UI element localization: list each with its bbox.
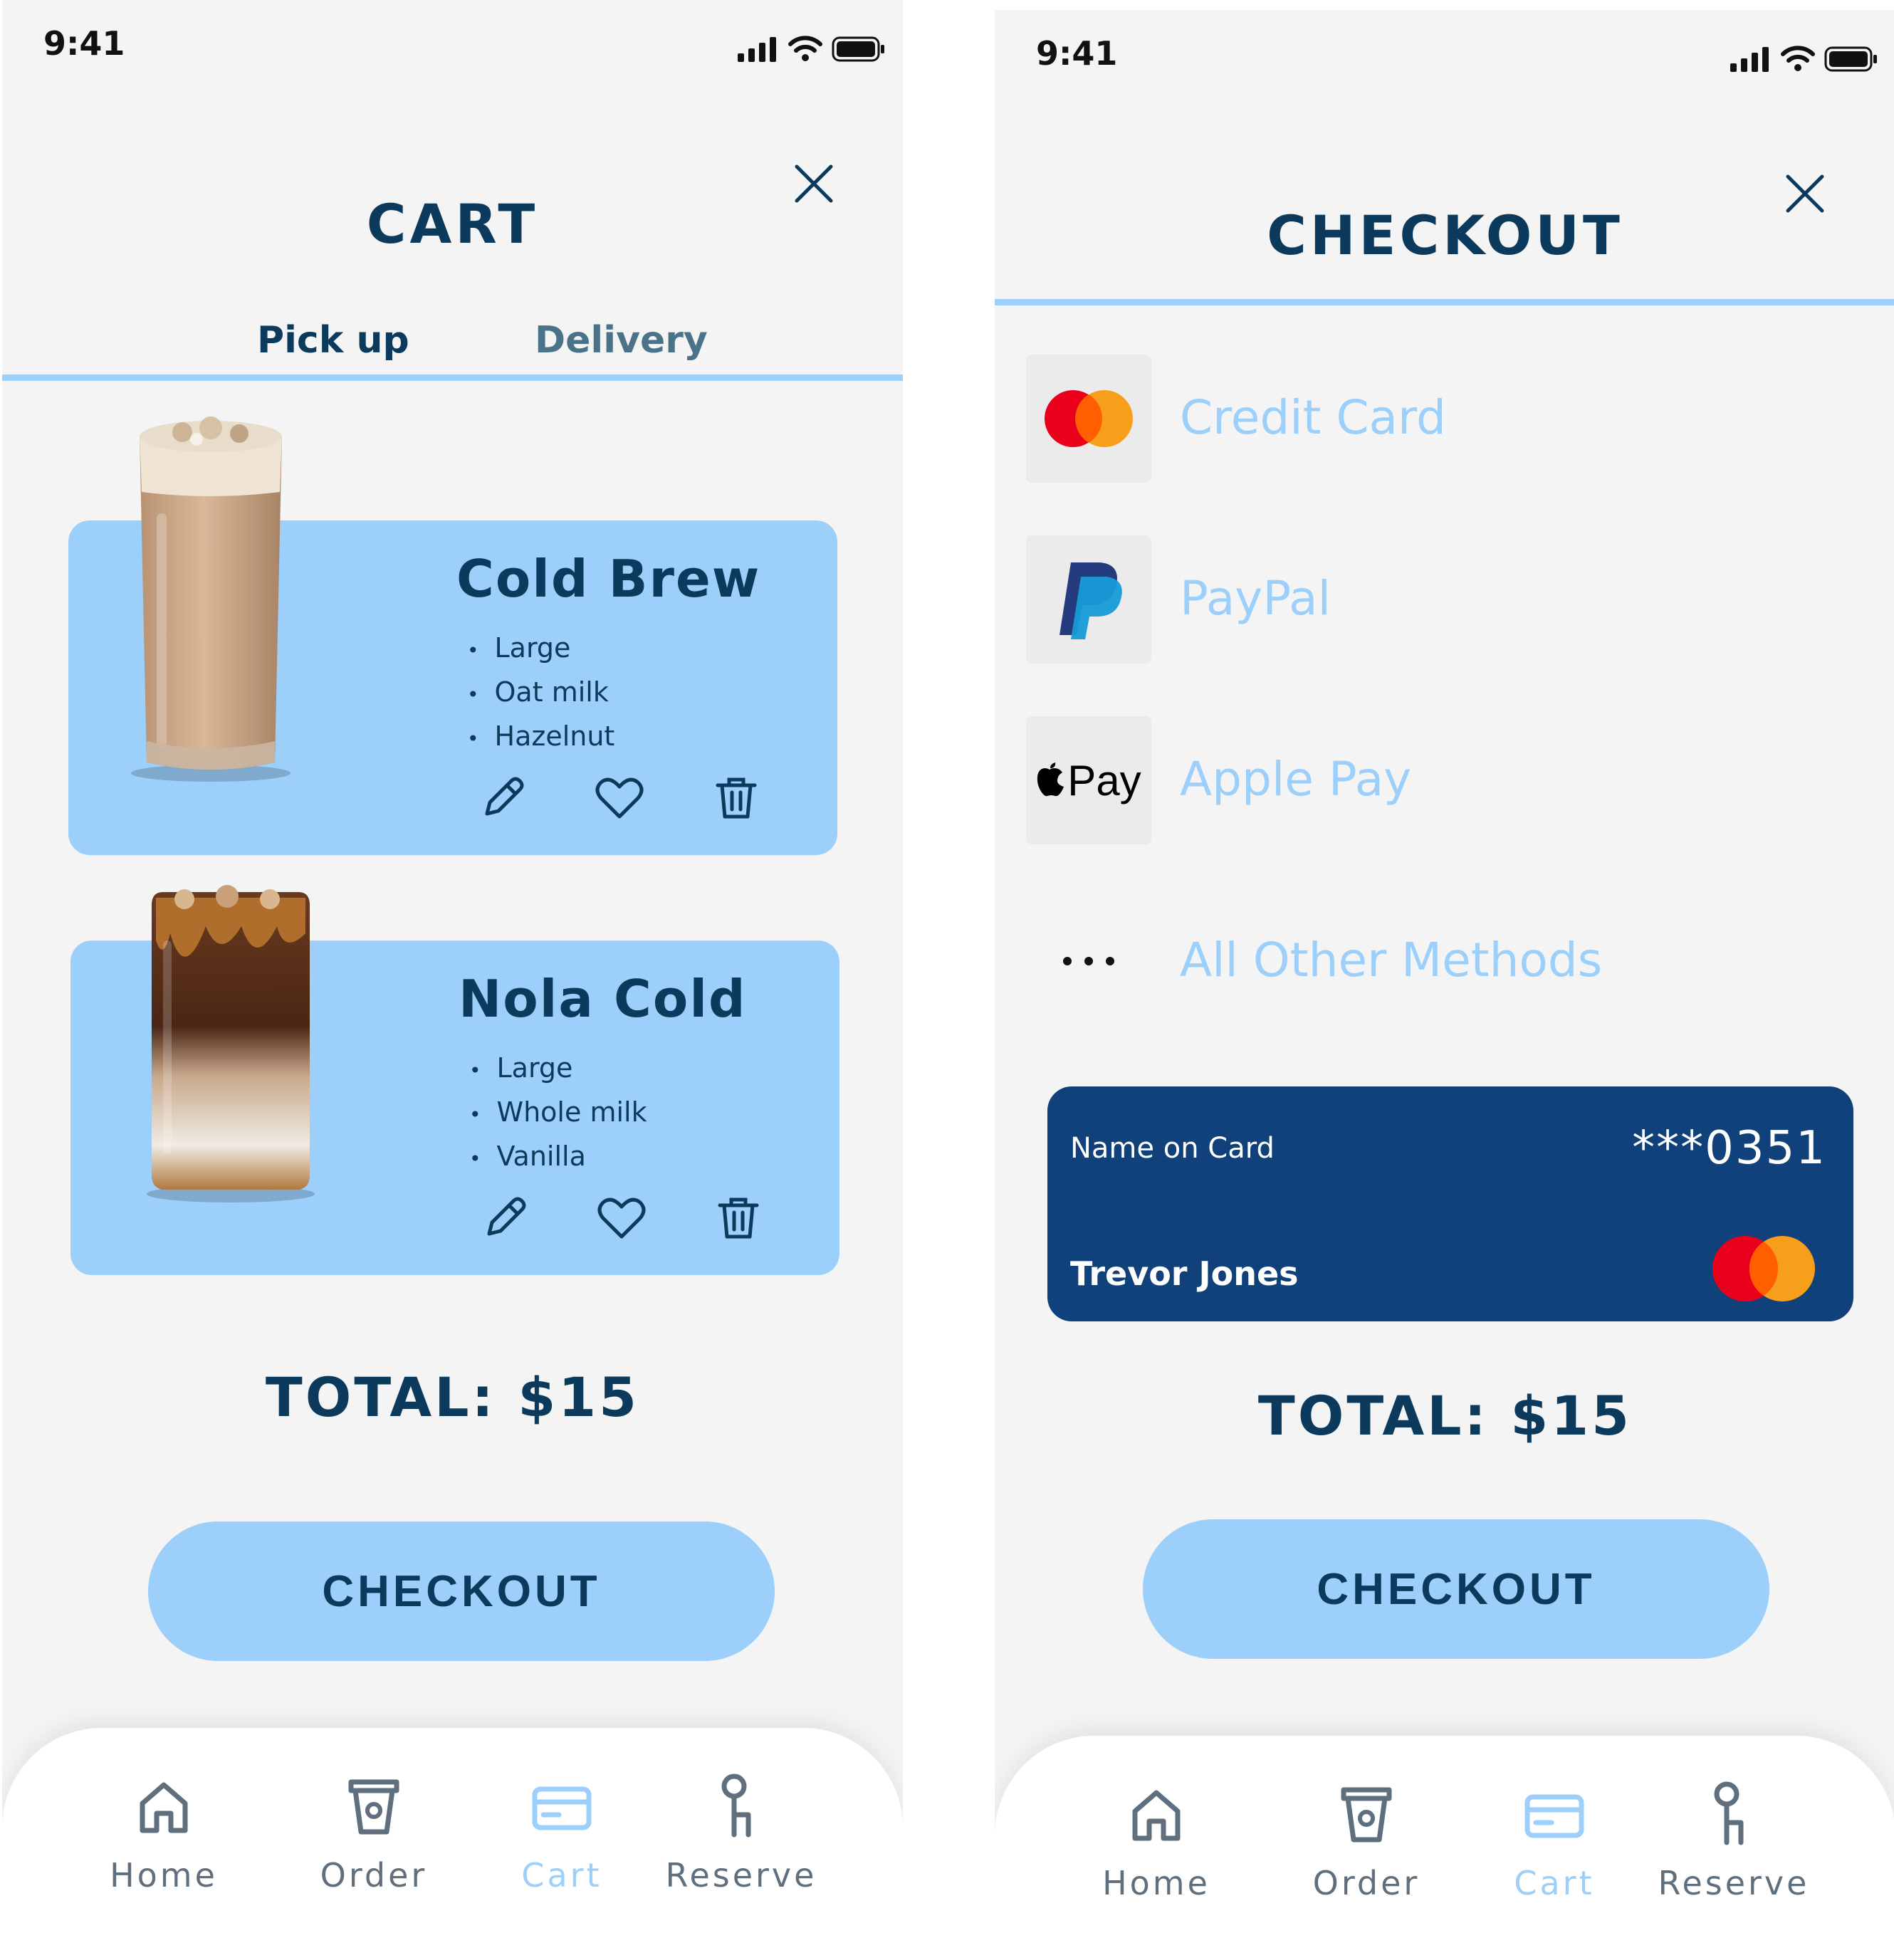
card-holder-name: Trevor Jones <box>1070 1254 1299 1293</box>
title-divider <box>995 299 1894 305</box>
home-icon <box>1132 1790 1181 1841</box>
item-option: Vanilla <box>469 1136 647 1180</box>
battery-icon <box>1824 46 1877 72</box>
cup-icon <box>348 1779 399 1835</box>
status-time: 9:41 <box>43 24 125 63</box>
item-name: Cold Brew <box>456 549 761 609</box>
apple-logo-icon <box>1037 762 1064 797</box>
checkout-button[interactable]: CHECKOUT <box>1143 1519 1769 1659</box>
order-total: TOTAL: $15 <box>265 1366 640 1429</box>
nav-order[interactable]: Order <box>1281 1778 1452 1902</box>
key-icon <box>1714 1781 1744 1845</box>
checkout-screen: 9:41 CHECKOUT Credit Card PayPal Pay App… <box>995 10 1894 1960</box>
edit-icon[interactable] <box>476 1190 533 1247</box>
item-name: Nola Cold <box>459 969 747 1029</box>
mastercard-icon <box>1026 355 1151 483</box>
payment-method-paypal[interactable]: PayPal <box>1026 535 1866 664</box>
more-icon <box>1026 897 1151 1025</box>
nav-label: Order <box>320 1856 428 1895</box>
item-options: Large Oat milk Hazelnut <box>467 627 615 760</box>
item-actions <box>474 770 765 827</box>
payment-method-apple-pay[interactable]: Pay Apple Pay <box>1026 716 1866 844</box>
card-number: ***0351 <box>1632 1122 1826 1175</box>
payment-method-label: Credit Card <box>1180 390 1446 445</box>
home-icon <box>140 1782 188 1833</box>
wifi-icon <box>788 36 822 61</box>
status-bar: 9:41 <box>2 0 903 100</box>
item-option: Whole milk <box>469 1091 647 1136</box>
tab-divider <box>2 374 903 381</box>
paypal-icon <box>1026 535 1151 664</box>
status-icons <box>1730 46 1878 73</box>
bottom-nav: Home Order Cart Reserve <box>2 1728 903 1960</box>
edit-icon[interactable] <box>474 770 531 827</box>
nav-reserve[interactable]: Reserve <box>1648 1778 1819 1902</box>
saved-card[interactable]: Name on Card ***0351 Trevor Jones <box>1047 1086 1853 1321</box>
item-option: Oat milk <box>467 671 614 716</box>
card-icon <box>1524 1794 1584 1838</box>
payment-method-label: Apple Pay <box>1180 752 1412 807</box>
cart-item-nola-cold[interactable]: Nola Cold Large Whole milk Vanilla <box>70 885 839 1275</box>
nav-label: Order <box>1312 1864 1420 1902</box>
nola-cold-image <box>147 885 315 1202</box>
page-title: CHECKOUT <box>1267 204 1623 267</box>
status-bar: 9:41 <box>995 10 1894 110</box>
heart-icon[interactable] <box>593 1190 650 1247</box>
cup-icon <box>1341 1787 1392 1843</box>
cart-item-cold-brew[interactable]: Cold Brew Large Oat milk Hazelnut <box>68 416 837 855</box>
payment-method-label: All Other Methods <box>1180 933 1603 987</box>
signal-icon <box>738 37 776 62</box>
status-time: 9:41 <box>1036 34 1118 73</box>
signal-icon <box>1730 47 1769 72</box>
payment-method-credit-card[interactable]: Credit Card <box>1026 355 1866 483</box>
fulfillment-tabs: Pick up Delivery <box>2 319 903 376</box>
battery-icon <box>832 36 884 62</box>
nav-home[interactable]: Home <box>78 1771 249 1895</box>
checkout-button[interactable]: CHECKOUT <box>148 1521 775 1661</box>
heart-icon[interactable] <box>591 770 648 827</box>
apple-pay-logo-text: Pay <box>1067 756 1141 805</box>
cart-screen: 9:41 CART Pick up Delivery Cold Brew • L… <box>2 0 903 1960</box>
bottom-nav: Home Order Cart Reserve <box>995 1736 1894 1960</box>
nav-label: Cart <box>1514 1864 1595 1902</box>
nav-home[interactable]: Home <box>1071 1778 1242 1902</box>
card-icon <box>532 1786 592 1830</box>
nav-label: Home <box>110 1856 218 1895</box>
nav-reserve[interactable]: Reserve <box>656 1771 827 1895</box>
nav-label: Cart <box>521 1856 602 1895</box>
nav-label: Home <box>1102 1864 1210 1902</box>
apple-pay-icon: Pay <box>1026 716 1151 844</box>
status-icons <box>738 36 886 63</box>
payment-method-label: PayPal <box>1180 571 1331 626</box>
card-name-label: Name on Card <box>1070 1132 1275 1165</box>
key-icon <box>721 1773 751 1838</box>
item-option: Hazelnut <box>467 716 615 760</box>
nav-order[interactable]: Order <box>288 1771 459 1895</box>
mastercard-icon <box>1712 1236 1815 1301</box>
wifi-icon <box>1781 46 1815 71</box>
nav-label: Reserve <box>1658 1864 1810 1902</box>
nav-cart[interactable]: Cart <box>476 1771 647 1895</box>
page-title: CART <box>366 192 539 256</box>
payment-method-other[interactable]: All Other Methods <box>1026 897 1866 1025</box>
trash-icon[interactable] <box>708 770 765 827</box>
order-total: TOTAL: $15 <box>1257 1384 1633 1447</box>
item-actions <box>476 1190 767 1247</box>
tab-pick-up[interactable]: Pick up <box>257 319 409 362</box>
tab-delivery[interactable]: Delivery <box>535 319 708 362</box>
item-option: Large <box>467 627 614 671</box>
item-options: Large Whole milk Vanilla <box>469 1047 647 1180</box>
item-option: Large <box>469 1047 647 1091</box>
trash-icon[interactable] <box>710 1190 767 1247</box>
nav-label: Reserve <box>665 1856 817 1895</box>
nav-cart[interactable]: Cart <box>1469 1778 1640 1902</box>
cold-brew-image <box>131 416 291 782</box>
